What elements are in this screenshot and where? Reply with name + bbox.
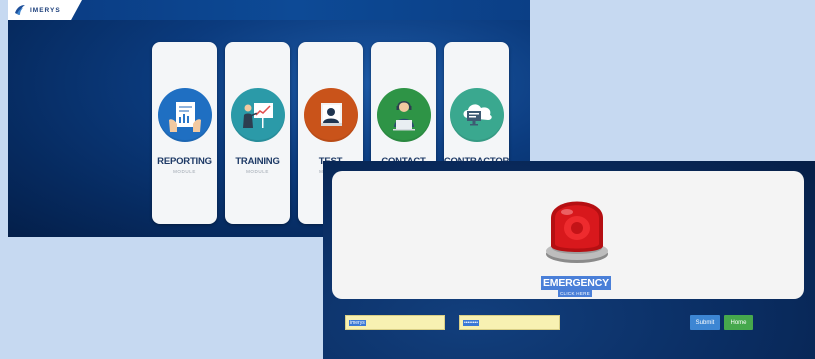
headset-contact-icon — [392, 101, 415, 131]
top-bar — [8, 0, 530, 20]
module-title: TRAINING — [235, 156, 280, 167]
red-siren-icon[interactable] — [541, 188, 613, 266]
submit-button[interactable]: Submit — [690, 315, 720, 330]
username-field[interactable]: imerys — [345, 315, 445, 330]
test-person-icon — [320, 103, 342, 126]
password-field[interactable]: •••••••• — [459, 315, 560, 330]
module-icon-circle — [376, 88, 431, 142]
emergency-login-window: EMERGENCY CLICK HERE imerys •••••••• Sub… — [323, 161, 815, 359]
imerys-logo-icon — [15, 5, 25, 15]
module-icon-circle — [449, 88, 504, 142]
module-subtitle: MODULE — [173, 169, 196, 174]
module-title: REPORTING — [157, 156, 212, 167]
module-card-reporting[interactable]: REPORTING MODULE — [152, 42, 217, 224]
presentation-trainer-icon — [242, 103, 273, 128]
module-subtitle: MODULE — [246, 169, 269, 174]
home-button[interactable]: Home — [724, 315, 753, 330]
module-icon-circle — [157, 88, 212, 142]
cloud-monitor-icon — [463, 104, 492, 126]
emergency-panel: EMERGENCY CLICK HERE — [332, 171, 804, 299]
brand-name: IMERYS — [30, 6, 61, 14]
module-card-training[interactable]: TRAINING MODULE — [225, 42, 290, 224]
brand-logo[interactable]: IMERYS — [8, 0, 82, 20]
emergency-title[interactable]: EMERGENCY — [541, 276, 611, 290]
module-icon-circle — [230, 88, 285, 142]
module-icon-circle — [303, 88, 358, 142]
report-document-icon — [168, 102, 201, 132]
username-value: imerys — [349, 319, 366, 326]
password-value: •••••••• — [463, 319, 480, 326]
emergency-subtitle[interactable]: CLICK HERE — [558, 290, 593, 297]
